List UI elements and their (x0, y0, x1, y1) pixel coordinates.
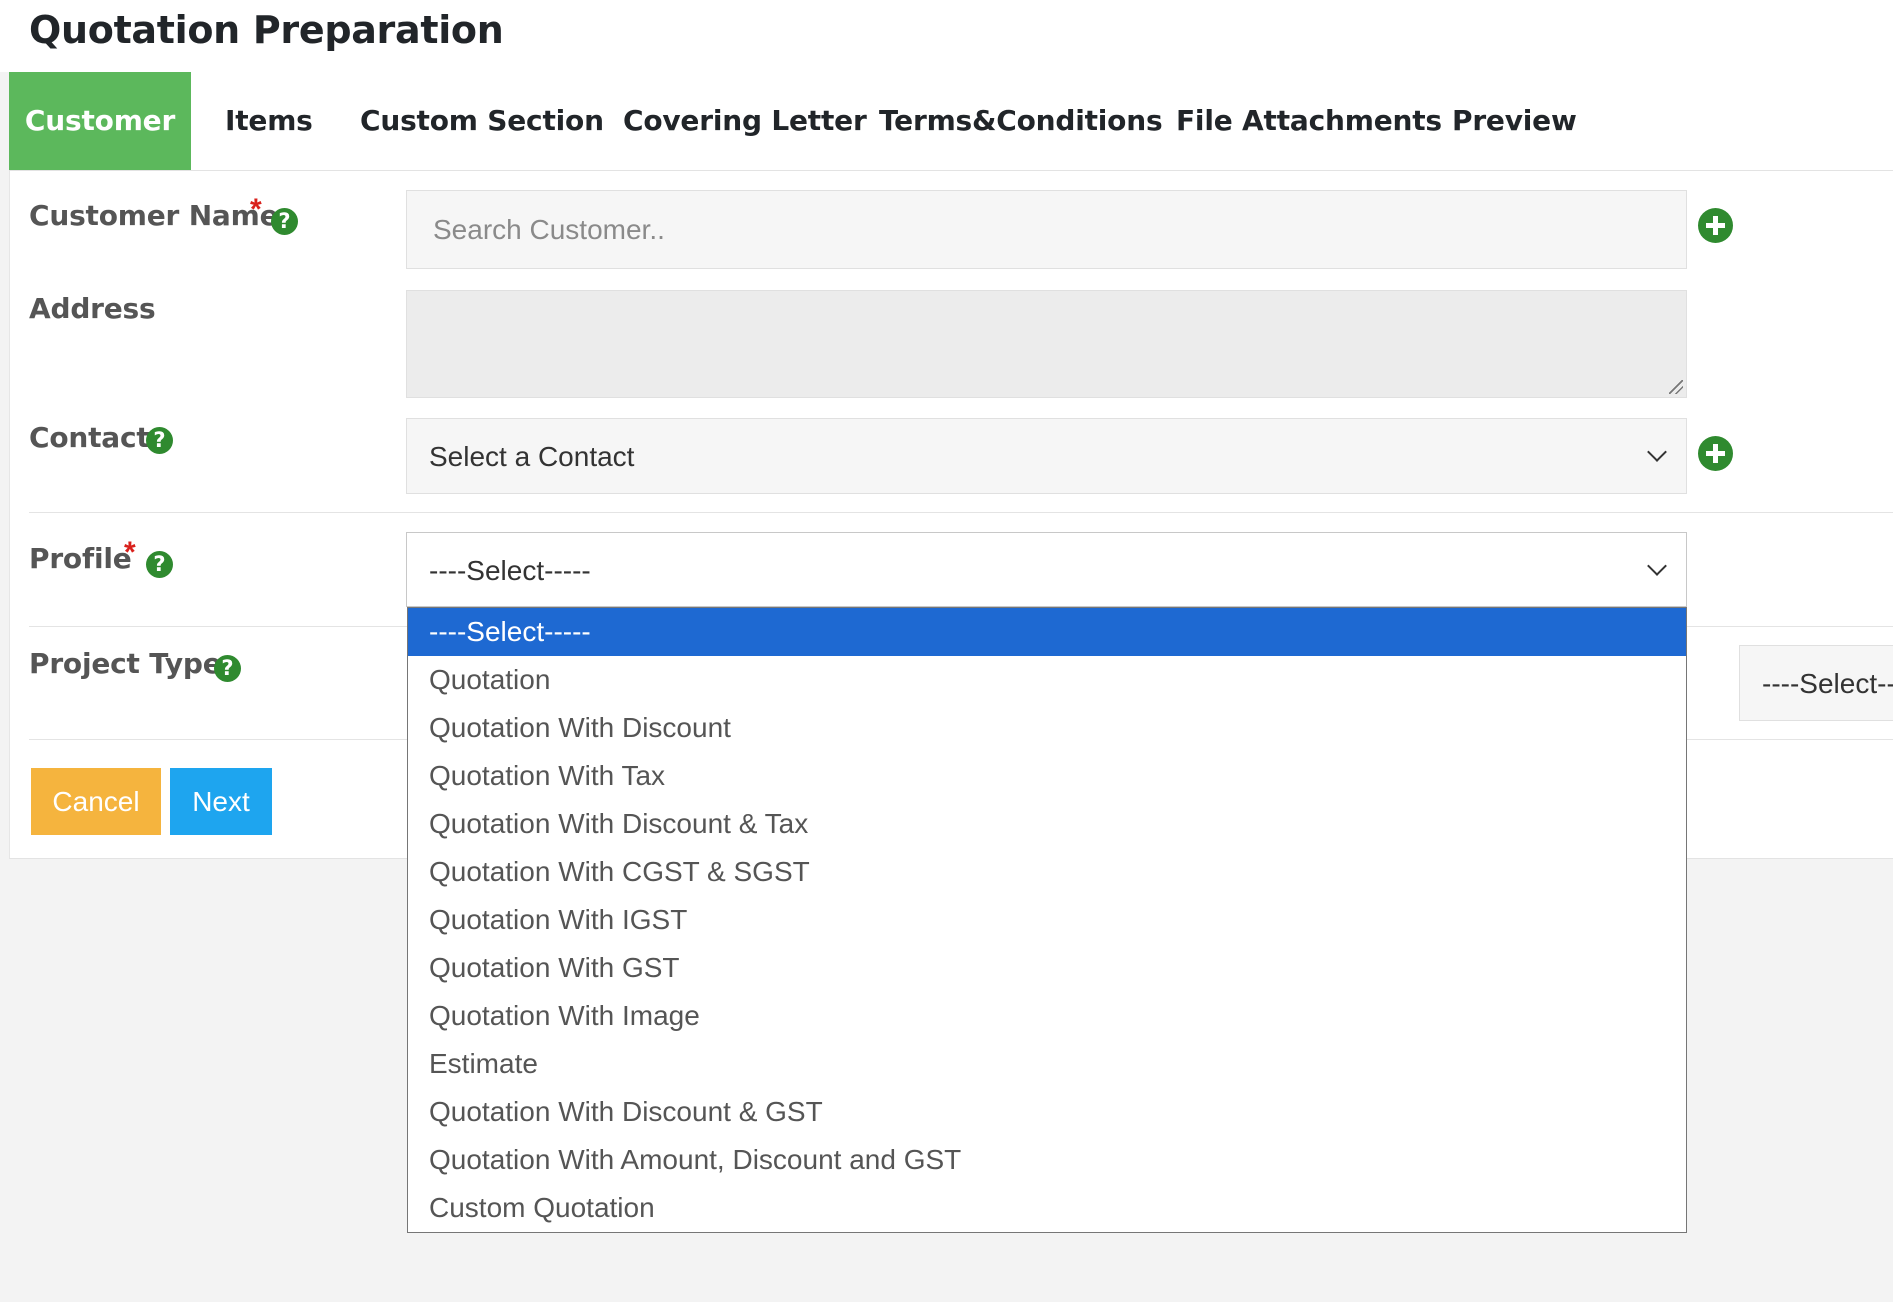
add-contact-plus-icon[interactable] (1698, 436, 1733, 471)
required-marker: * (250, 193, 262, 226)
profile-option[interactable]: Estimate (408, 1040, 1686, 1088)
resize-grip-icon[interactable] (1669, 380, 1683, 394)
chevron-down-icon (1647, 442, 1667, 462)
tab-bar: Customer Items Custom Section Covering L… (9, 72, 1893, 171)
tab-preview[interactable]: Preview (1452, 72, 1577, 170)
tab-terms-conditions[interactable]: Terms&Conditions (879, 72, 1163, 170)
profile-options-list: ----Select----- Quotation Quotation With… (407, 607, 1687, 1233)
tab-customer[interactable]: Customer (9, 72, 191, 170)
tab-items[interactable]: Items (225, 72, 313, 170)
address-textarea[interactable] (406, 290, 1687, 398)
divider (29, 512, 1893, 513)
profile-option[interactable]: Quotation With Discount (408, 704, 1686, 752)
page-title: Quotation Preparation (29, 8, 504, 52)
next-button[interactable]: Next (170, 768, 272, 835)
profile-option[interactable]: Quotation With GST (408, 944, 1686, 992)
contact-select-value: Select a Contact (429, 441, 635, 472)
customer-search-input[interactable] (406, 190, 1687, 269)
address-label: Address (29, 292, 156, 325)
profile-option[interactable]: Quotation With Tax (408, 752, 1686, 800)
help-icon[interactable]: ? (214, 655, 241, 682)
contact-label: Contact (29, 421, 150, 454)
project-type-label: Project Type (29, 647, 222, 680)
contact-select[interactable]: Select a Contact (406, 418, 1687, 494)
cancel-button[interactable]: Cancel (31, 768, 161, 835)
profile-option[interactable]: Quotation With Amount, Discount and GST (408, 1136, 1686, 1184)
profile-select[interactable]: ----Select----- (406, 532, 1687, 607)
help-icon[interactable]: ? (146, 427, 173, 454)
help-icon[interactable]: ? (146, 551, 173, 578)
required-marker: * (124, 536, 136, 569)
tab-custom-section[interactable]: Custom Section (360, 72, 604, 170)
add-customer-plus-icon[interactable] (1698, 208, 1733, 243)
tab-covering-letter[interactable]: Covering Letter (623, 72, 867, 170)
tab-file-attachments[interactable]: File Attachments (1176, 72, 1442, 170)
profile-option[interactable]: Quotation With IGST (408, 896, 1686, 944)
profile-select-value: ----Select----- (429, 555, 591, 586)
profile-option[interactable]: Quotation With Image (408, 992, 1686, 1040)
profile-option[interactable]: Custom Quotation (408, 1184, 1686, 1232)
customer-name-label: Customer Name (29, 199, 279, 232)
profile-label: Profile (29, 542, 132, 575)
profile-option[interactable]: Quotation (408, 656, 1686, 704)
chevron-down-icon (1647, 556, 1667, 576)
profile-option[interactable]: Quotation With Discount & Tax (408, 800, 1686, 848)
profile-option[interactable]: ----Select----- (408, 608, 1686, 656)
help-icon[interactable]: ? (271, 208, 298, 235)
project-type-select[interactable]: ----Select-- (1739, 645, 1893, 721)
profile-option[interactable]: Quotation With CGST & SGST (408, 848, 1686, 896)
project-type-select-value: ----Select-- (1762, 668, 1893, 699)
profile-option[interactable]: Quotation With Discount & GST (408, 1088, 1686, 1136)
